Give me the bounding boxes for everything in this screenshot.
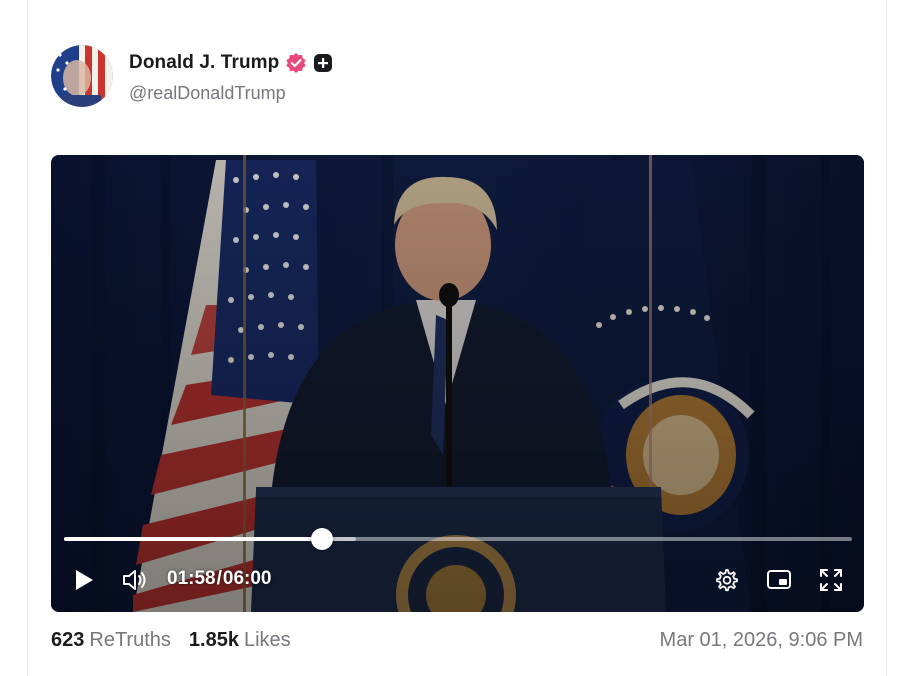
fullscreen-button[interactable] [818,567,844,593]
video-duration: 06:00 [222,568,272,589]
author-name-row: Donald J. Trump [129,50,333,76]
video-player[interactable]: 01:58 / 06:00 [51,155,864,612]
settings-button[interactable] [713,567,739,593]
picture-in-picture-button[interactable] [765,567,793,593]
likes-stat[interactable]: 1.85k Likes [189,629,291,652]
likes-label: Likes [243,629,291,651]
fullscreen-icon [820,569,842,591]
post-timestamp[interactable]: Mar 01, 2026, 9:06 PM [660,629,863,652]
volume-icon [123,570,146,590]
gear-icon [716,569,738,592]
retruths-stat[interactable]: 623 ReTruths [51,629,171,652]
verified-badge-icon [285,52,307,74]
video-progress-bar[interactable] [64,528,852,550]
video-progress-fill [64,537,323,541]
post-stats: 623 ReTruths 1.85k Likes [51,629,291,652]
author-display-name[interactable]: Donald J. Trump [129,52,279,74]
video-current-time: 01:58 [167,568,216,589]
video-time-display: 01:58 / 06:00 [167,568,272,590]
play-icon [76,570,93,590]
play-button[interactable] [71,567,97,593]
likes-count: 1.85k [188,629,239,651]
avatar-portrait [51,45,113,107]
retruths-count: 623 [51,629,85,651]
video-time-separator: / [216,568,222,589]
retruths-label: ReTruths [89,629,171,651]
author-handle[interactable]: @realDonaldTrump [129,83,286,104]
volume-button[interactable] [121,567,149,593]
video-controls: 01:58 / 06:00 [51,560,864,600]
avatar[interactable] [51,45,113,107]
picture-in-picture-icon [767,570,791,589]
video-frame [51,155,864,612]
plus-badge-icon [313,53,333,73]
